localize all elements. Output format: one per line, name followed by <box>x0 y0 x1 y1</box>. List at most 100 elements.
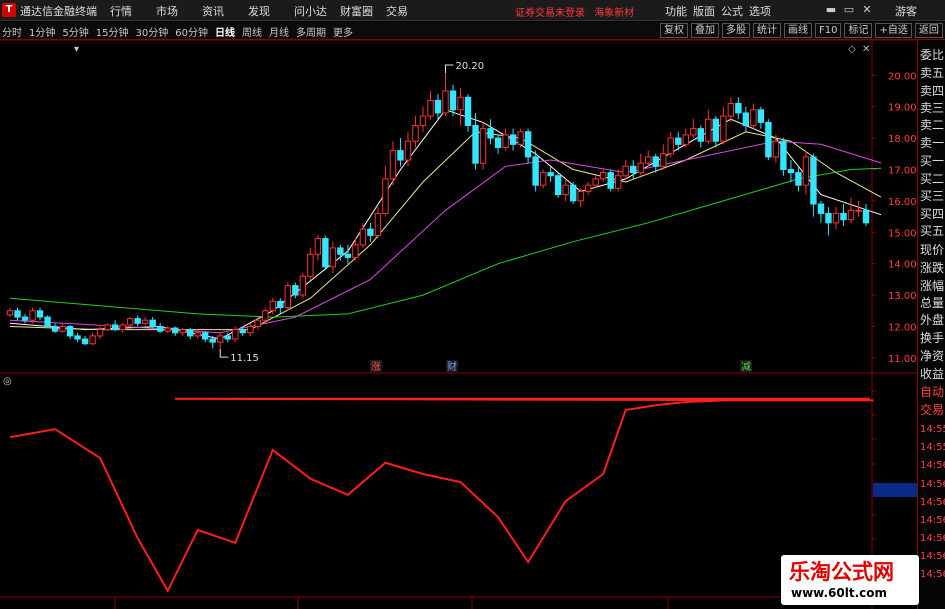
mark-button[interactable]: 标记 <box>844 23 873 38</box>
sidebar-item-29[interactable]: 14:56 <box>920 567 945 583</box>
candle-body <box>232 329 239 340</box>
sidebar-item-27[interactable]: 14:56 <box>920 531 945 547</box>
candle <box>247 323 254 336</box>
adjust-button[interactable]: 复权 <box>660 23 688 38</box>
period-tab-1min[interactable]: 1分钟 <box>29 24 55 39</box>
sidebar-item-25[interactable]: 14:56 <box>920 495 945 511</box>
f10-button[interactable]: F10 <box>815 23 842 38</box>
sidebar-item-18[interactable]: 收益 <box>920 366 945 382</box>
sidebar-item-14[interactable]: 总量 <box>920 295 945 311</box>
sidebar-item-5[interactable]: 卖一 <box>920 135 945 151</box>
candle <box>660 144 667 170</box>
login-status-link[interactable]: 证券交易未登录 <box>515 8 585 19</box>
user-account[interactable]: 游客 <box>895 3 917 19</box>
menu-item-news[interactable]: 资讯 <box>202 3 238 19</box>
sidebar-item-24[interactable]: 14:56 <box>920 477 945 493</box>
indicator-current-badge <box>873 483 917 497</box>
menu-item-function[interactable]: 功能 <box>665 3 692 19</box>
menu-item-layout[interactable]: 版面 <box>693 3 720 19</box>
menu-item-market[interactable]: 市场 <box>156 3 192 19</box>
menu-item-ask[interactable]: 问小达 <box>294 3 330 19</box>
period-tab-60min[interactable]: 60分钟 <box>175 24 208 39</box>
candle-body <box>74 335 81 340</box>
sidebar-item-7[interactable]: 买二 <box>920 171 945 187</box>
sidebar-item-26[interactable]: 14:56 <box>920 513 945 529</box>
draw-line-button[interactable]: 画线 <box>784 23 812 38</box>
period-tab-more[interactable]: 更多 <box>333 24 353 39</box>
candle <box>712 116 720 148</box>
sidebar-item-4[interactable]: 卖二 <box>920 117 945 133</box>
period-tab-monthly[interactable]: 月线 <box>269 24 289 39</box>
sidebar-item-1[interactable]: 卖五 <box>920 65 945 81</box>
sidebar-item-2[interactable]: 卖四 <box>920 83 945 99</box>
candle-body <box>126 318 134 326</box>
sidebar-item-0[interactable]: 委比 <box>920 47 945 63</box>
candle <box>577 188 584 208</box>
candle-body <box>735 103 742 114</box>
minimize-icon[interactable]: ▬ <box>822 3 840 16</box>
overlay-button[interactable]: 叠加 <box>691 23 719 38</box>
period-tab-5min[interactable]: 5分钟 <box>62 24 88 39</box>
candle <box>359 222 367 248</box>
period-tab-15min[interactable]: 15分钟 <box>96 24 129 39</box>
menu-item-discover[interactable]: 发现 <box>248 3 284 19</box>
candle <box>494 134 502 154</box>
candle <box>622 160 629 179</box>
candle-body <box>329 247 337 268</box>
price-axis: 20.00 19.00 18.00 17.00 16.00 15.00 14.00 13.00… <box>872 71 917 365</box>
sidebar-item-6[interactable]: 买一 <box>920 153 945 169</box>
statistics-button[interactable]: 统计 <box>753 23 781 38</box>
indicator-line <box>9 397 874 593</box>
candle <box>464 94 472 132</box>
candle <box>727 97 735 123</box>
add-watchlist-button[interactable]: +自选 <box>875 23 912 38</box>
menu-item-trade[interactable]: 交易 <box>386 3 422 19</box>
menu-item-options[interactable]: 选项 <box>749 3 776 19</box>
candle-body <box>419 115 427 127</box>
sidebar-item-23[interactable]: 14:56 <box>920 458 945 474</box>
sidebar-item-11[interactable]: 现价 <box>920 242 945 258</box>
diamond-icon: ◇ <box>848 44 856 55</box>
candle <box>419 106 427 132</box>
sidebar-item-15[interactable]: 外盘 <box>920 312 945 328</box>
sidebar-item-13[interactable]: 涨幅 <box>920 278 945 294</box>
candle-body <box>337 247 344 255</box>
menu-item-quotes[interactable]: 行情 <box>110 3 146 19</box>
chart-area[interactable]: ◇ ✕ 20.00 19.00 18.00 17.00 16.00 15.00 14.00 13… <box>0 40 917 609</box>
maximize-icon[interactable]: ▭ <box>840 3 858 16</box>
close-icon[interactable]: ✕ <box>858 3 876 16</box>
sidebar-item-17[interactable]: 净资 <box>920 348 945 364</box>
candle-body <box>787 168 795 174</box>
sidebar-item-9[interactable]: 买四 <box>920 206 945 222</box>
sidebar-item-3[interactable]: 卖三 <box>920 100 945 116</box>
sidebar-item-21[interactable]: 14:55 <box>920 422 945 438</box>
candle <box>6 307 14 318</box>
period-tab-weekly[interactable]: 周线 <box>242 24 262 39</box>
sidebar-item-8[interactable]: 买三 <box>920 188 945 204</box>
candle <box>412 116 419 148</box>
candle-body <box>59 325 66 332</box>
period-tab-timeshare[interactable]: 分时 <box>2 24 22 39</box>
back-button[interactable]: 返回 <box>914 23 943 38</box>
menu-item-formula[interactable]: 公式 <box>721 3 748 19</box>
title-bar: T 通达信金融终端 行情 市场 资讯 发现 问小达 财富圈 交易 证券交易未登录… <box>0 0 945 21</box>
sidebar-item-19[interactable]: 自动 <box>920 384 945 400</box>
period-tab-30min[interactable]: 30分钟 <box>135 24 168 39</box>
candle-body <box>359 228 367 246</box>
sidebar-item-22[interactable]: 14:55 <box>920 440 945 456</box>
candle-body <box>382 178 389 214</box>
sidebar-item-20[interactable]: 交易 <box>920 402 945 418</box>
sidebar-item-28[interactable]: 14:56 <box>920 549 945 565</box>
sidebar-item-12[interactable]: 涨跌 <box>920 260 945 276</box>
multi-stock-button[interactable]: 多股 <box>722 23 750 38</box>
candle-body <box>592 178 599 186</box>
candle-body <box>464 96 472 127</box>
candle-body <box>630 165 637 174</box>
sidebar-item-16[interactable]: 换手 <box>920 330 945 346</box>
period-tab-daily[interactable]: 日线 <box>215 24 235 39</box>
app-title: 通达信金融终端 <box>20 5 97 18</box>
period-tab-multi[interactable]: 多周期 <box>296 24 326 39</box>
candle-body <box>111 324 119 331</box>
sidebar-item-10[interactable]: 买五 <box>920 223 945 239</box>
menu-item-wealth-circle[interactable]: 财富圈 <box>340 3 376 19</box>
